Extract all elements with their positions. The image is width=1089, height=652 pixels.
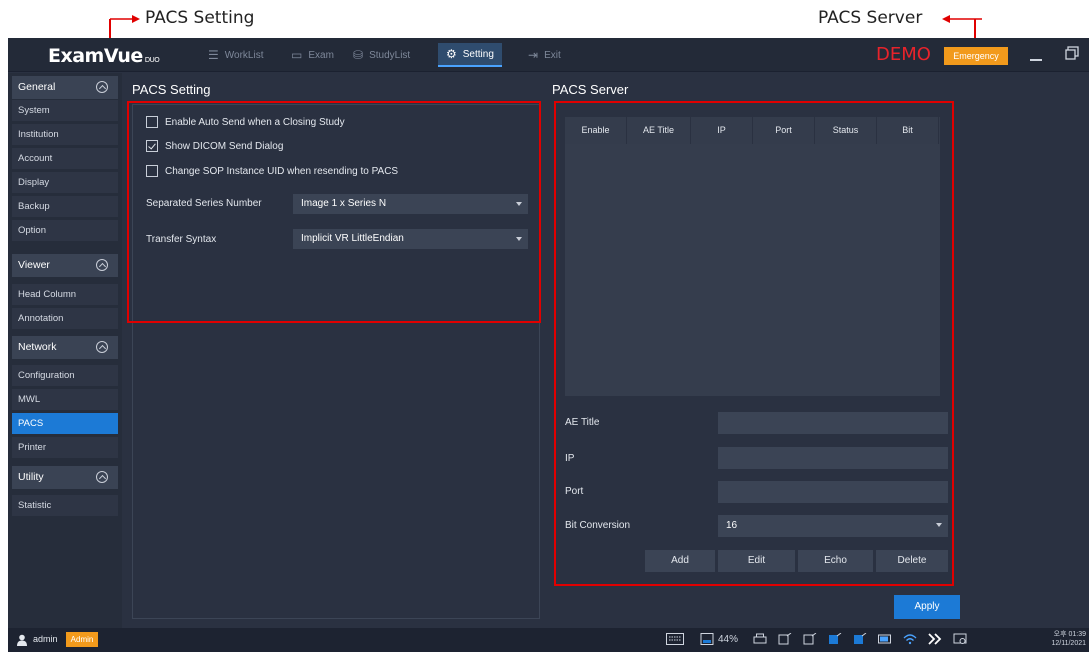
detector-icon[interactable] (778, 633, 792, 645)
role-badge: Admin (66, 632, 98, 647)
ae-title-label: AE Title (565, 417, 600, 428)
server-table-body[interactable] (565, 144, 947, 396)
chevron-up-icon (96, 259, 108, 271)
sidebar-item-backup[interactable]: Backup (12, 196, 118, 218)
edit-button[interactable]: Edit (718, 550, 795, 572)
pacs-server-title: PACS Server (552, 82, 629, 97)
caret-down-icon (936, 523, 942, 527)
column-enable[interactable]: Enable (565, 117, 627, 144)
transfer-syntax-label: Transfer Syntax (146, 234, 217, 245)
list-icon: ☰ (208, 48, 219, 62)
ae-title-input[interactable] (718, 412, 948, 434)
sidebar-section-viewer[interactable]: Viewer (12, 254, 118, 277)
nav-setting[interactable]: ⚙ Setting (438, 43, 502, 67)
chevron-up-icon (96, 341, 108, 353)
sidebar-item-pacs[interactable]: PACS (12, 413, 118, 435)
taskbar: admin Admin 44% 오후 01:39 12/11/2021 (8, 628, 1089, 652)
taskbar-clock: 오후 01:39 12/11/2021 (1051, 631, 1086, 647)
show-dicom-dialog-option[interactable]: Show DICOM Send Dialog (146, 140, 283, 152)
annotation-pacs-setting: PACS Setting (145, 8, 255, 28)
detector-connected-icon[interactable] (853, 633, 867, 645)
change-sop-uid-option[interactable]: Change SOP Instance UID when resending t… (146, 165, 398, 177)
minimize-button[interactable] (1028, 43, 1044, 63)
gear-icon: ⚙ (446, 47, 457, 61)
bit-conversion-label: Bit Conversion (565, 520, 631, 531)
column-ip[interactable]: IP (691, 117, 753, 144)
change-sop-uid-checkbox[interactable] (146, 165, 158, 177)
separated-series-label: Separated Series Number (146, 198, 262, 209)
demo-label: DEMO (876, 44, 931, 65)
separated-series-dropdown[interactable]: Image 1 x Series N (293, 194, 528, 214)
caret-down-icon (516, 237, 522, 241)
annotation-arrow-left-icon (110, 15, 140, 23)
sidebar-item-system[interactable]: System (12, 100, 118, 122)
sidebar-item-statistic[interactable]: Statistic (12, 495, 118, 517)
sidebar-item-display[interactable]: Display (12, 172, 118, 194)
exit-icon: ⇥ (528, 48, 539, 62)
column-ae-title[interactable]: AE Title (627, 117, 691, 144)
auto-send-option[interactable]: Enable Auto Send when a Closing Study (146, 116, 345, 128)
restore-window-icon[interactable] (1065, 46, 1079, 60)
monitor-icon: ▭ (291, 48, 303, 62)
sidebar-item-printer[interactable]: Printer (12, 437, 118, 459)
fast-forward-icon[interactable] (928, 633, 942, 645)
emergency-button[interactable]: Emergency (944, 47, 1008, 65)
echo-button[interactable]: Echo (798, 550, 873, 572)
delete-button[interactable]: Delete (876, 550, 948, 572)
port-label: Port (565, 486, 584, 497)
nav-exam[interactable]: ▭ Exam (291, 43, 334, 67)
battery-percent: 44% (718, 634, 739, 645)
chevron-up-icon (96, 81, 108, 93)
database-icon: ⛁ (353, 48, 364, 62)
nav-studylist[interactable]: ⛁ StudyList (353, 43, 410, 67)
battery-icon (878, 634, 891, 644)
caret-down-icon (516, 202, 522, 206)
ip-input[interactable] (718, 447, 948, 469)
keyboard-icon[interactable] (666, 633, 684, 645)
pacs-setting-title: PACS Setting (132, 82, 211, 97)
column-status[interactable]: Status (815, 117, 877, 144)
sidebar-item-annotation[interactable]: Annotation (12, 308, 118, 330)
transfer-syntax-dropdown[interactable]: Implicit VR LittleEndian (293, 229, 528, 249)
sidebar-section-network[interactable]: Network (12, 336, 118, 359)
sidebar-item-mwl[interactable]: MWL (12, 389, 118, 411)
sidebar-item-configuration[interactable]: Configuration (12, 365, 118, 387)
show-dicom-dialog-checkbox[interactable] (146, 140, 158, 152)
detector-icon[interactable] (803, 633, 817, 645)
top-bar: ExamVue DUO ☰ WorkList ▭ Exam ⛁ StudyList ⚙ S… (8, 38, 1089, 72)
auto-send-checkbox[interactable] (146, 116, 158, 128)
column-bit[interactable]: Bit (877, 117, 939, 144)
wifi-icon[interactable] (903, 633, 917, 645)
sidebar-item-account[interactable]: Account (12, 148, 118, 170)
column-port[interactable]: Port (753, 117, 815, 144)
detector-connected-icon[interactable] (828, 633, 842, 645)
nav-worklist[interactable]: ☰ WorkList (208, 43, 263, 67)
sidebar-section-general[interactable]: General (12, 76, 118, 99)
apply-button[interactable]: Apply (894, 595, 960, 619)
port-input[interactable] (718, 481, 948, 503)
pacs-setting-panel (132, 104, 540, 619)
add-button[interactable]: Add (645, 550, 715, 572)
sidebar-section-utility[interactable]: Utility (12, 466, 118, 489)
user-icon (17, 634, 27, 646)
sidebar-item-option[interactable]: Option (12, 220, 118, 242)
app-window: ExamVue DUO ☰ WorkList ▭ Exam ⛁ StudyList ⚙ S… (8, 38, 1089, 652)
annotation-arrow-right-icon (942, 15, 982, 23)
screenshot-icon[interactable] (953, 633, 967, 645)
server-table-header: Enable AE Title IP Port Status Bit (565, 117, 947, 144)
bit-conversion-dropdown[interactable]: 16 (718, 515, 948, 537)
tablet-battery-icon (700, 633, 714, 645)
printer-icon[interactable] (753, 633, 767, 645)
annotation-pacs-server: PACS Server (818, 8, 923, 28)
ip-label: IP (565, 453, 575, 464)
chevron-up-icon (96, 471, 108, 483)
username: admin (33, 634, 58, 644)
nav-exit[interactable]: ⇥ Exit (528, 43, 561, 67)
sidebar-item-institution[interactable]: Institution (12, 124, 118, 146)
app-logo: ExamVue DUO (48, 45, 160, 67)
server-table-scrollbar[interactable] (940, 117, 948, 396)
sidebar-item-head-column[interactable]: Head Column (12, 284, 118, 306)
